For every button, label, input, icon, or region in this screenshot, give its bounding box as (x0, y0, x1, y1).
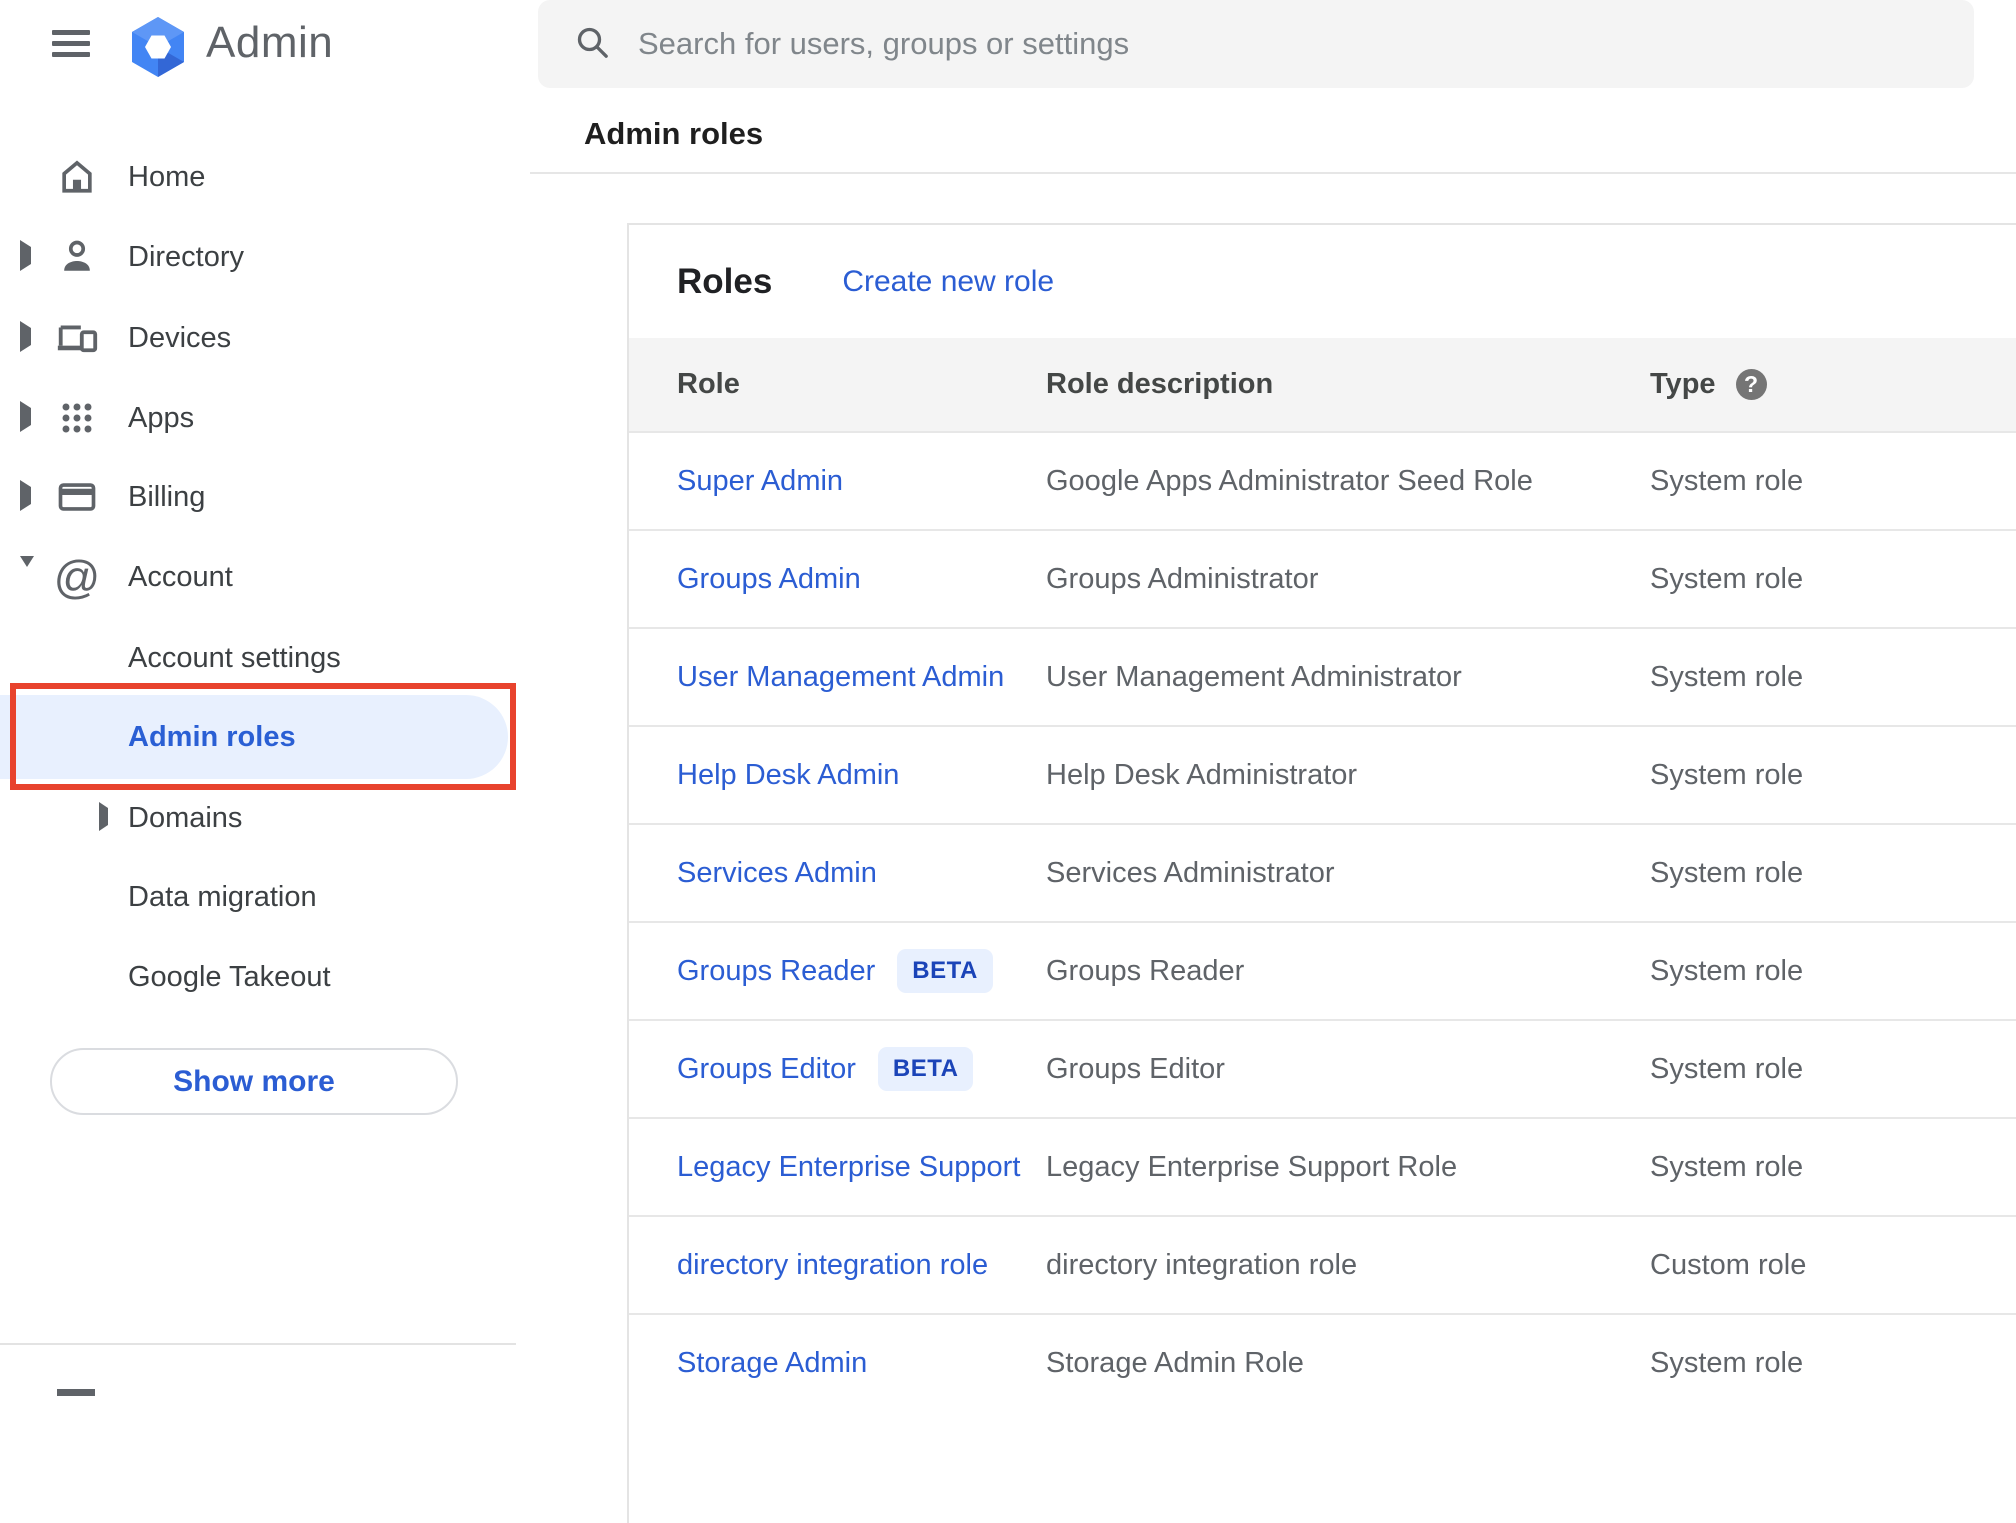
show-more-button[interactable]: Show more (50, 1048, 458, 1115)
sidebar-item-google-takeout[interactable]: Google Takeout (0, 948, 530, 1006)
search-bar[interactable] (538, 0, 1974, 88)
sidebar: Admin Home Directory Devices Apps Billin… (0, 0, 530, 1396)
admin-logo-icon (127, 16, 189, 83)
column-header-type: Type (1650, 368, 1716, 400)
role-type: System role (1650, 562, 1804, 595)
role-link[interactable]: Groups Admin (677, 563, 861, 596)
table-row: directory integration role directory int… (629, 1215, 2016, 1313)
table-header-row: Role Role description Type ? (629, 338, 2016, 431)
sidebar-item-label: Home (128, 160, 206, 193)
table-row: Groups Reader BETA Groups Reader System … (629, 921, 2016, 1019)
table-row: Legacy Enterprise Support Legacy Enterpr… (629, 1117, 2016, 1215)
column-header-role: Role (677, 368, 740, 400)
roles-card-header: Roles Create new role (629, 225, 2016, 338)
table-row: Groups Admin Groups Administrator System… (629, 529, 2016, 627)
role-type: System role (1650, 1150, 1804, 1183)
person-icon (54, 234, 100, 280)
apps-grid-icon (54, 395, 100, 441)
role-description: Google Apps Administrator Seed Role (1046, 464, 1533, 497)
sidebar-item-label: Directory (128, 240, 245, 273)
card-title: Roles (677, 261, 773, 301)
at-sign-icon: @ (53, 551, 101, 603)
role-type: System role (1650, 660, 1804, 693)
sidebar-item-home[interactable]: Home (0, 148, 530, 206)
sidebar-item-devices[interactable]: Devices (0, 309, 530, 367)
role-link[interactable]: Groups Editor (677, 1053, 856, 1086)
sidebar-item-account-settings[interactable]: Account settings (0, 629, 530, 687)
beta-badge: BETA (877, 1047, 974, 1091)
role-link[interactable]: Legacy Enterprise Support (677, 1151, 1020, 1184)
search-icon (572, 22, 612, 67)
sidebar-item-label: Domains (128, 801, 243, 834)
role-description: Groups Reader (1046, 954, 1245, 987)
role-link[interactable]: Storage Admin (677, 1347, 867, 1380)
sidebar-item-account[interactable]: @ Account (0, 548, 530, 606)
table-row: Services Admin Services Administrator Sy… (629, 823, 2016, 921)
role-link[interactable]: User Management Admin (677, 661, 1004, 694)
role-type: System role (1650, 464, 1804, 497)
search-input[interactable] (638, 26, 1838, 62)
expand-caret-icon[interactable] (99, 802, 113, 831)
role-description: Services Administrator (1046, 856, 1335, 889)
role-type: Custom role (1650, 1248, 1807, 1281)
sidebar-item-domains[interactable]: Domains (0, 789, 530, 847)
beta-badge: BETA (897, 949, 993, 993)
credit-card-icon (54, 474, 100, 520)
sidebar-item-apps[interactable]: Apps (0, 389, 530, 447)
role-link[interactable]: Services Admin (677, 857, 877, 890)
collapse-caret-icon[interactable] (20, 556, 34, 587)
role-link[interactable]: directory integration role (677, 1249, 988, 1282)
logo-text: Admin (206, 18, 334, 67)
expand-caret-icon[interactable] (20, 401, 34, 432)
roles-card: Roles Create new role Role Role descript… (627, 223, 2016, 1523)
sidebar-item-directory[interactable]: Directory (0, 228, 530, 286)
role-description: Groups Administrator (1046, 562, 1319, 595)
role-description: Help Desk Administrator (1046, 758, 1358, 791)
sidebar-item-label: Devices (128, 321, 232, 354)
expand-caret-icon[interactable] (20, 321, 34, 352)
sidebar-item-label: Account settings (128, 641, 341, 674)
role-type: System role (1650, 954, 1804, 987)
roles-table-body: Super Admin Google Apps Administrator Se… (629, 431, 2016, 1411)
role-type: System role (1650, 758, 1804, 791)
table-row: Storage Admin Storage Admin Role System … (629, 1313, 2016, 1411)
sidebar-item-admin-roles[interactable]: Admin roles (0, 695, 508, 779)
sidebar-item-label: Admin roles (128, 720, 296, 753)
role-type: System role (1650, 1346, 1804, 1379)
role-link[interactable]: Groups Reader (677, 955, 875, 988)
role-type: System role (1650, 856, 1804, 889)
breadcrumb-divider (530, 172, 2016, 174)
sidebar-item-billing[interactable]: Billing (0, 468, 530, 526)
sidebar-item-label: Data migration (128, 880, 317, 913)
table-row: Super Admin Google Apps Administrator Se… (629, 431, 2016, 529)
expand-caret-icon[interactable] (20, 240, 34, 271)
sidebar-item-label: Apps (128, 401, 195, 434)
role-link[interactable]: Super Admin (677, 465, 843, 498)
role-description: Storage Admin Role (1046, 1346, 1304, 1379)
role-description: Legacy Enterprise Support Role (1046, 1150, 1458, 1183)
devices-icon (54, 315, 100, 361)
table-row: User Management Admin User Management Ad… (629, 627, 2016, 725)
table-row: Help Desk Admin Help Desk Administrator … (629, 725, 2016, 823)
sidebar-item-label: Google Takeout (128, 960, 331, 993)
role-type: System role (1650, 1052, 1804, 1085)
sidebar-item-label: Account (128, 560, 233, 593)
sidebar-item-label: Billing (128, 480, 206, 513)
help-icon[interactable]: ? (1735, 369, 1767, 400)
column-header-description: Role description (1046, 368, 1274, 400)
sidebar-item-data-migration[interactable]: Data migration (0, 868, 530, 926)
breadcrumb: Admin roles (584, 116, 764, 151)
hamburger-menu-icon[interactable] (52, 30, 90, 58)
home-icon (54, 154, 100, 200)
expand-caret-icon[interactable] (20, 480, 34, 511)
create-new-role-link[interactable]: Create new role (842, 265, 1054, 299)
table-row: Groups Editor BETA Groups Editor System … (629, 1019, 2016, 1117)
role-description: Groups Editor (1046, 1052, 1225, 1085)
partial-bottom-icon (57, 1389, 95, 1396)
role-description: directory integration role (1046, 1248, 1358, 1281)
sidebar-divider (0, 1343, 516, 1345)
role-description: User Management Administrator (1046, 660, 1462, 693)
role-link[interactable]: Help Desk Admin (677, 759, 899, 792)
